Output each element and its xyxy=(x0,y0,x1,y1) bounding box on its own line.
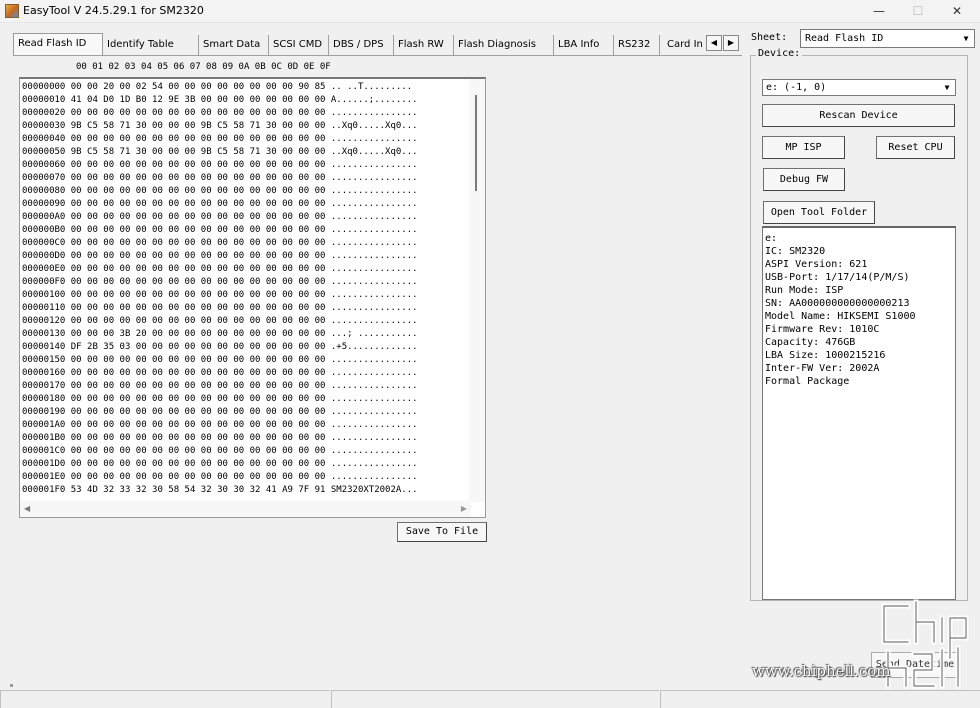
tab-flash-diagnosis[interactable]: Flash Diagnosis xyxy=(454,35,554,55)
tab-scroll-right-button[interactable]: ▶ xyxy=(723,35,739,51)
hex-line: 00000180 00 00 00 00 00 00 00 00 00 00 0… xyxy=(22,394,418,404)
sheet-label: Sheet: xyxy=(751,32,788,43)
chevron-down-icon[interactable]: ▼ xyxy=(960,32,972,45)
tab-scroll-left-button[interactable]: ◀ xyxy=(706,35,722,51)
device-select[interactable]: e: (-1, 0) ▼ xyxy=(762,79,956,96)
reset-cpu-button[interactable]: Reset CPU xyxy=(876,136,955,159)
horizontal-scrollbar[interactable]: ◀ ▶ xyxy=(20,501,471,517)
hex-line: 00000130 00 00 00 3B 20 00 00 00 00 00 0… xyxy=(22,329,418,339)
hex-line: 00000060 00 00 00 00 00 00 00 00 00 00 0… xyxy=(22,160,418,170)
tab-panel-border xyxy=(13,55,742,56)
tab-flash-rw[interactable]: Flash RW xyxy=(394,35,454,55)
hex-line: 000001B0 00 00 00 00 00 00 00 00 00 00 0… xyxy=(22,433,418,443)
vertical-scrollbar[interactable] xyxy=(469,79,485,502)
hex-line: 00000020 00 00 00 00 00 00 00 00 00 00 0… xyxy=(22,108,418,118)
hex-line: 00000120 00 00 00 00 00 00 00 00 00 00 0… xyxy=(22,316,418,326)
sheet-select-value: Read Flash ID xyxy=(805,33,884,44)
hex-line: 000001A0 00 00 00 00 00 00 00 00 00 00 0… xyxy=(22,420,418,430)
resize-grip[interactable] xyxy=(10,684,13,687)
hex-line: 000001D0 00 00 00 00 00 00 00 00 00 00 0… xyxy=(22,459,418,469)
hex-line: 000000C0 00 00 00 00 00 00 00 00 00 00 0… xyxy=(22,238,418,248)
debug-fw-button[interactable]: Debug FW xyxy=(763,168,845,191)
device-info-line: LBA Size: 1000215216 xyxy=(765,350,886,361)
status-pane-1 xyxy=(0,690,330,708)
hex-line: 00000110 00 00 00 00 00 00 00 00 00 00 0… xyxy=(22,303,418,313)
window-title: EasyTool V 24.5.29.1 for SM2320 xyxy=(23,4,204,17)
hex-line: 00000140 DF 2B 35 03 00 00 00 00 00 00 0… xyxy=(22,342,418,352)
hex-line: 00000050 9B C5 58 71 30 00 00 00 9B C5 5… xyxy=(22,147,418,157)
close-button[interactable]: ✕ xyxy=(934,0,980,23)
scroll-right-icon[interactable]: ▶ xyxy=(461,504,467,513)
chiphell-logo-watermark xyxy=(881,599,969,689)
tab-smart-data[interactable]: Smart Data xyxy=(199,35,269,55)
rescan-device-button[interactable]: Rescan Device xyxy=(762,104,955,127)
sheet-select[interactable]: Read Flash ID ▼ xyxy=(800,29,975,48)
hex-line: 00000190 00 00 00 00 00 00 00 00 00 00 0… xyxy=(22,407,418,417)
device-info-line: USB-Port: 1/17/14(P/M/S) xyxy=(765,272,910,283)
hex-line: 00000040 00 00 00 00 00 00 00 00 00 00 0… xyxy=(22,134,418,144)
vertical-scrollbar-thumb[interactable] xyxy=(475,95,477,191)
hex-line: 00000010 41 04 D0 1D B0 12 9E 3B 00 00 0… xyxy=(22,95,418,105)
hex-line: 00000160 00 00 00 00 00 00 00 00 00 00 0… xyxy=(22,368,418,378)
hex-line: 000001E0 00 00 00 00 00 00 00 00 00 00 0… xyxy=(22,472,418,482)
hex-line: 00000070 00 00 00 00 00 00 00 00 00 00 0… xyxy=(22,173,418,183)
status-pane-3 xyxy=(660,690,980,708)
tab-read-flash-id[interactable]: Read Flash ID xyxy=(13,33,103,55)
hex-line: 000000E0 00 00 00 00 00 00 00 00 00 00 0… xyxy=(22,264,418,274)
open-tool-folder-button[interactable]: Open Tool Folder xyxy=(763,201,875,224)
hex-line: 000000F0 00 00 00 00 00 00 00 00 00 00 0… xyxy=(22,277,418,287)
device-select-value: e: (-1, 0) xyxy=(766,82,827,93)
chevron-down-icon[interactable]: ▼ xyxy=(941,81,953,94)
tab-strip: Read Flash ID Identify Table Smart Data … xyxy=(13,33,739,55)
device-info-line: Formal Package xyxy=(765,376,850,387)
device-info-line: Inter-FW Ver: 2002A xyxy=(765,363,880,374)
hex-lines: 00000000 00 00 20 00 02 54 00 00 00 00 0… xyxy=(22,81,418,497)
tab-lba-info[interactable]: LBA Info xyxy=(554,35,614,55)
hex-line: 000001C0 00 00 00 00 00 00 00 00 00 00 0… xyxy=(22,446,418,456)
watermark-text: www.chiphell.com xyxy=(752,662,891,680)
hex-line: 00000100 00 00 00 00 00 00 00 00 00 00 0… xyxy=(22,290,418,300)
mp-isp-button[interactable]: MP ISP xyxy=(762,136,845,159)
device-group-label: Device: xyxy=(756,48,803,59)
device-info-line: Capacity: 476GB xyxy=(765,337,856,348)
save-to-file-button[interactable]: Save To File xyxy=(397,522,487,542)
device-info-line: SN: AA000000000000000213 xyxy=(765,298,910,309)
hex-line: 00000170 00 00 00 00 00 00 00 00 00 00 0… xyxy=(22,381,418,391)
hex-line: 000000D0 00 00 00 00 00 00 00 00 00 00 0… xyxy=(22,251,418,261)
hex-column-header: 00 01 02 03 04 05 06 07 08 09 0A 0B 0C 0… xyxy=(76,62,331,72)
hex-line: 00000080 00 00 00 00 00 00 00 00 00 00 0… xyxy=(22,186,418,196)
hex-line: 000000A0 00 00 00 00 00 00 00 00 00 00 0… xyxy=(22,212,418,222)
tab-scsi-cmd[interactable]: SCSI CMD xyxy=(269,35,329,55)
tab-rs232[interactable]: RS232 xyxy=(614,35,660,55)
hex-line: 00000150 00 00 00 00 00 00 00 00 00 00 0… xyxy=(22,355,418,365)
device-info-line: e: xyxy=(765,233,778,244)
device-info-line: IC: SM2320 xyxy=(765,246,826,257)
tab-dbs-dps[interactable]: DBS / DPS xyxy=(329,35,394,55)
hex-line: 00000030 9B C5 58 71 30 00 00 00 9B C5 5… xyxy=(22,121,418,131)
device-info-line: Model Name: HIKSEMI S1000 xyxy=(765,311,916,322)
app-icon xyxy=(5,4,19,18)
scroll-left-icon[interactable]: ◀ xyxy=(24,504,30,513)
device-info-line: Run Mode: ISP xyxy=(765,285,844,296)
hex-line: 00000090 00 00 00 00 00 00 00 00 00 00 0… xyxy=(22,199,418,209)
hex-line: 00000000 00 00 20 00 02 54 00 00 00 00 0… xyxy=(22,82,413,92)
hex-line: 000000B0 00 00 00 00 00 00 00 00 00 00 0… xyxy=(22,225,418,235)
hex-line: 000001F0 53 4D 32 33 32 30 58 54 32 30 3… xyxy=(22,485,418,495)
status-pane-2 xyxy=(331,690,659,708)
device-info-line: Firmware Rev: 1010C xyxy=(765,324,880,335)
hex-view[interactable]: 00000000 00 00 20 00 02 54 00 00 00 00 0… xyxy=(19,77,486,518)
device-info-line: ASPI Version: 621 xyxy=(765,259,868,270)
device-info-box[interactable]: e: IC: SM2320 ASPI Version: 621 USB-Port: 1… xyxy=(762,226,956,600)
tab-identify-table[interactable]: Identify Table xyxy=(103,35,199,55)
title-bar: EasyTool V 24.5.29.1 for SM2320 — ☐ ✕ xyxy=(0,0,980,23)
